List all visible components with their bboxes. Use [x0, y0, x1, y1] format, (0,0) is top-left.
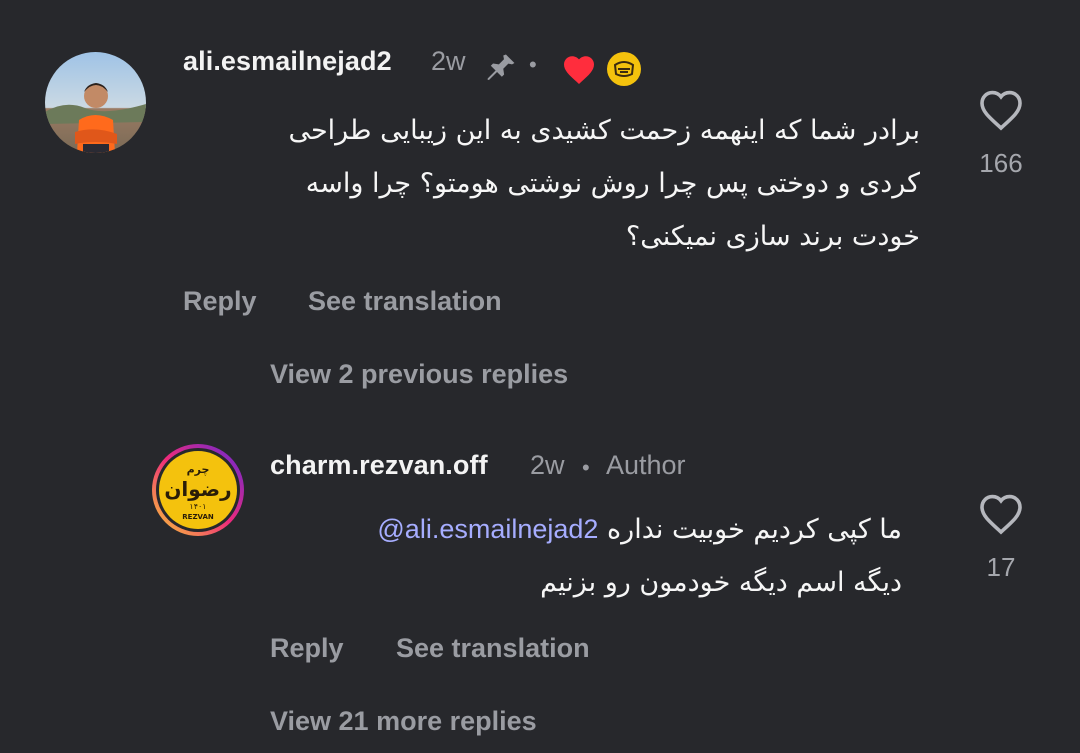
reply-time: 2w	[530, 450, 565, 480]
separator-dot: •	[529, 52, 537, 77]
comments-panel: ali.esmailnejad2 2w • برادر شما که اینهم…	[0, 0, 1080, 753]
author-badge: Author	[606, 450, 686, 480]
view-more-replies-button[interactable]: View 21 more replies	[270, 706, 537, 737]
view-previous-replies-button[interactable]: View 2 previous replies	[270, 359, 568, 390]
reply-button[interactable]: Reply	[183, 286, 257, 317]
avatar[interactable]	[45, 52, 146, 153]
comment-time: 2w	[431, 46, 466, 76]
see-translation-button[interactable]: See translation	[308, 286, 502, 317]
brand-logo-text: رضوان	[164, 477, 231, 501]
reply-button[interactable]: Reply	[270, 633, 344, 664]
like-heart-icon[interactable]	[977, 88, 1025, 137]
reply-line: دیگه اسم دیگه خودمون رو بزنیم	[540, 567, 902, 598]
comment-line: کردی و دوختی پس چرا روش نوشتی هومتو؟ چرا…	[305, 168, 920, 199]
brand-logo-text: چرم	[187, 463, 210, 476]
comment-line: برادر شما که اینهمه زحمت کشیدی به این زی…	[288, 115, 920, 146]
separator-dot: •	[582, 455, 590, 480]
comment-username[interactable]: ali.esmailnejad2	[183, 46, 392, 77]
like-heart-icon[interactable]	[977, 492, 1025, 541]
like-count: 17	[986, 552, 1016, 582]
brand-logo-text: ۱۴۰۱	[189, 502, 206, 511]
comment-line: خودت برند سازی نمیکنی؟	[625, 221, 920, 252]
mention-link[interactable]: @ali.esmailnejad2	[377, 514, 598, 544]
like-count: 166	[979, 148, 1023, 178]
see-translation-button[interactable]: See translation	[396, 633, 590, 664]
avatar[interactable]: چرم رضوان ۱۴۰۱ REZVAN	[151, 443, 245, 537]
heart-icon	[561, 53, 597, 90]
reply-text: ما کپی کردیم خوبیت نداره	[607, 514, 902, 545]
pin-icon	[484, 51, 518, 90]
brand-logo-text: REZVAN	[182, 513, 214, 521]
comment-body: برادر شما که اینهمه زحمت کشیدی به این زی…	[200, 104, 920, 263]
reply-body: ما کپی کردیم خوبیت نداره @ali.esmailneja…	[262, 503, 902, 609]
reply-line: ما کپی کردیم خوبیت نداره @ali.esmailneja…	[262, 503, 902, 556]
reply-username[interactable]: charm.rezvan.off	[270, 450, 488, 481]
author-avatar-icon	[606, 51, 642, 92]
